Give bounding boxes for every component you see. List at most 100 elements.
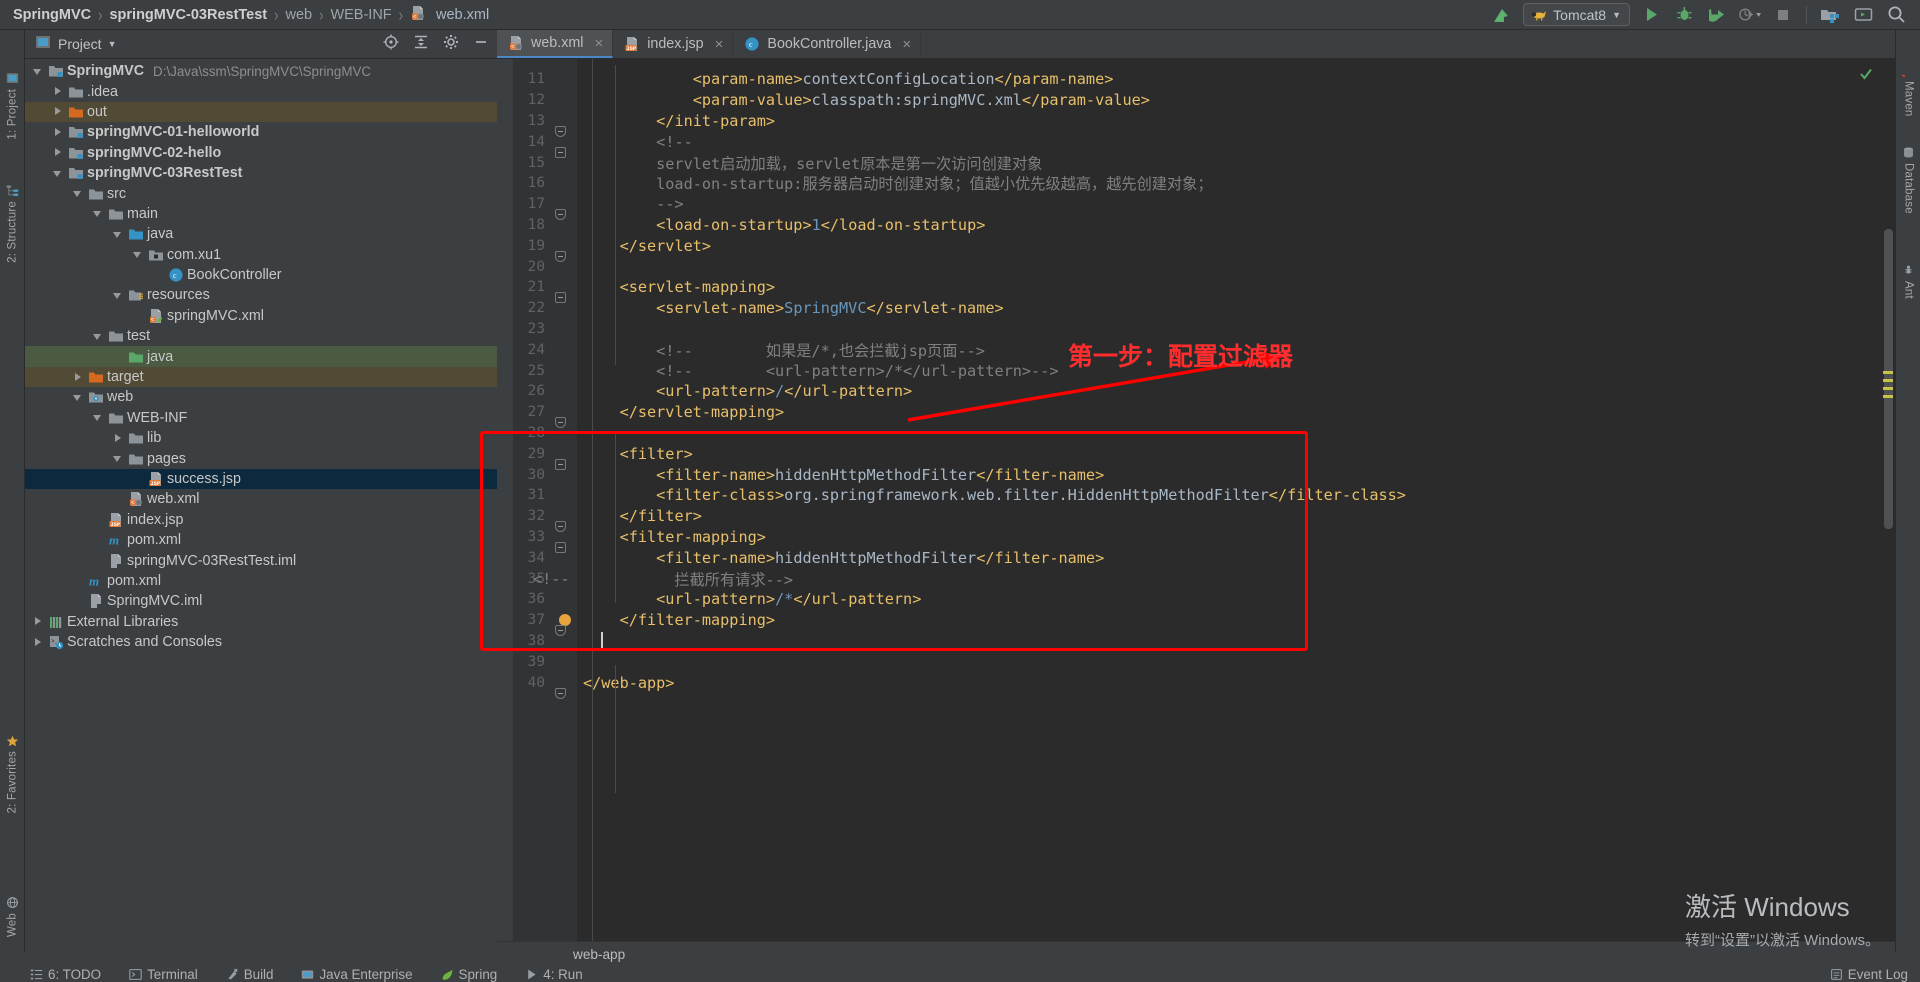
tree-node-external-libraries[interactable]: External Libraries xyxy=(25,612,497,632)
rail-tab-maven[interactable]: m Maven xyxy=(1896,60,1920,121)
tree-node-pages[interactable]: pages xyxy=(25,448,497,468)
chevron-down-icon[interactable] xyxy=(133,249,144,260)
tree-node-resources[interactable]: resources xyxy=(25,285,497,305)
chevron-right-icon[interactable] xyxy=(53,147,64,158)
chevron-down-icon[interactable]: ▼ xyxy=(108,39,117,49)
tree-node-main[interactable]: main xyxy=(25,204,497,224)
stop-button[interactable] xyxy=(1771,3,1795,27)
chevron-right-icon[interactable] xyxy=(53,86,64,97)
breadcrumb-item-springmvc[interactable]: SpringMVC xyxy=(13,7,91,23)
code-line-19[interactable]: 19 </servlet> xyxy=(497,235,1895,262)
chevron-right-icon[interactable] xyxy=(113,433,124,444)
tree-node-springmvc-03resttest-iml[interactable]: springMVC-03RestTest.iml xyxy=(25,550,497,570)
chevron-right-icon[interactable] xyxy=(73,372,84,383)
chevron-down-icon[interactable] xyxy=(53,168,64,179)
tree-node-web-xml[interactable]: < web.xml xyxy=(25,489,497,509)
chevron-down-icon[interactable] xyxy=(113,453,124,464)
tree-node-springmvc-03resttest[interactable]: springMVC-03RestTest xyxy=(25,163,497,183)
warning-marker[interactable] xyxy=(1883,379,1893,382)
tree-node-pom-xml[interactable]: m pom.xml xyxy=(25,571,497,591)
code-line-37[interactable]: 37 </filter-mapping> xyxy=(497,610,1895,637)
project-structure-button[interactable] xyxy=(1818,3,1842,27)
tree-node-src[interactable]: src xyxy=(25,183,497,203)
rail-tab-database[interactable]: Database xyxy=(1896,142,1920,218)
tree-node-scratches-and-consoles[interactable]: >_ Scratches and Consoles xyxy=(25,632,497,652)
editor-breadcrumb[interactable]: web-app xyxy=(497,941,1895,967)
code-line-13[interactable]: 13 </init-param> xyxy=(497,111,1895,137)
profile-button[interactable] xyxy=(1738,3,1762,27)
gear-icon[interactable] xyxy=(443,34,459,55)
warning-marker[interactable] xyxy=(1883,371,1893,374)
tree-node-web[interactable]: web xyxy=(25,387,497,407)
rail-tab-web[interactable]: Web xyxy=(0,892,25,941)
tree-node-springmvc-02-hello[interactable]: springMVC-02-hello xyxy=(25,143,497,163)
chevron-down-icon[interactable] xyxy=(73,188,84,199)
editor-tab-web-xml[interactable]: < web.xml × xyxy=(497,30,614,58)
fold-marker-end[interactable] xyxy=(555,687,566,699)
tree-node-springmvc-01-helloworld[interactable]: springMVC-01-helloworld xyxy=(25,122,497,142)
status-bar-item-4--run[interactable]: 4: Run xyxy=(525,967,583,982)
code-line-26[interactable]: 26 <url-pattern>/</url-pattern> xyxy=(497,381,1895,402)
tree-node-success-jsp[interactable]: JSP success.jsp xyxy=(25,468,497,490)
code-line-36[interactable]: 36 <url-pattern>/*</url-pattern> xyxy=(497,589,1895,610)
tree-node-springmvc-xml[interactable]: < springMVC.xml xyxy=(25,306,497,326)
close-icon[interactable]: × xyxy=(715,36,724,53)
code-line-31[interactable]: 31 <filter-class>org.springframework.web… xyxy=(497,485,1895,506)
chevron-down-icon[interactable] xyxy=(93,208,104,219)
inspection-status-icon[interactable] xyxy=(1859,67,1873,86)
chevron-down-icon[interactable] xyxy=(93,331,104,342)
rail-tab-ant[interactable]: Ant xyxy=(1896,260,1920,303)
code-editor[interactable]: 11 <param-name>contextConfigLocation</pa… xyxy=(497,59,1895,941)
code-line-12[interactable]: 12 <param-value>classpath:springMVC.xml<… xyxy=(497,90,1895,111)
chevron-down-icon[interactable] xyxy=(33,66,44,77)
run-configuration-selector[interactable]: Tomcat8 ▼ xyxy=(1523,3,1630,26)
warning-marker[interactable] xyxy=(1883,395,1893,398)
minimize-icon[interactable] xyxy=(473,34,489,55)
update-application-icon[interactable] xyxy=(1490,3,1514,27)
code-line-20[interactable]: 20 xyxy=(497,256,1895,277)
breadcrumb-item-web-xml[interactable]: < web.xml xyxy=(410,5,489,25)
code-line-29[interactable]: 29 <filter> xyxy=(497,443,1895,470)
chevron-right-icon[interactable] xyxy=(33,616,44,627)
breadcrumb-item-web-inf[interactable]: WEB-INF xyxy=(330,7,391,23)
rail-tab-2--favorites[interactable]: 2: Favorites xyxy=(0,730,25,817)
code-line-40[interactable]: 40 </web-app> xyxy=(497,672,1895,699)
tree-node-target[interactable]: target xyxy=(25,366,497,388)
tree-node-pom-xml[interactable]: m pom.xml xyxy=(25,530,497,550)
breadcrumb-item-web[interactable]: web xyxy=(285,7,312,23)
chevron-down-icon[interactable] xyxy=(113,290,124,301)
tree-node-index-jsp[interactable]: JSP index.jsp xyxy=(25,510,497,530)
status-bar-item-event-log[interactable]: Event Log xyxy=(1830,967,1908,982)
code-line-16[interactable]: 16 load-on-startup:服务器启动时创建对象；值越小优先级越高，越… xyxy=(497,173,1895,194)
tree-node-java[interactable]: java xyxy=(25,224,497,244)
editor-tab-bookcontroller-java[interactable]: c BookController.java × xyxy=(733,30,922,58)
code-line-38[interactable]: 38 xyxy=(497,631,1895,652)
breadcrumb-item-springmvc-03resttest[interactable]: springMVC-03RestTest xyxy=(109,7,267,23)
chevron-down-icon[interactable] xyxy=(113,229,124,240)
search-everywhere-button[interactable] xyxy=(1884,3,1908,27)
code-line-27[interactable]: 27 </servlet-mapping> xyxy=(497,402,1895,429)
code-line-15[interactable]: 15 servlet启动加载，servlet原本是第一次访问创建对象 xyxy=(497,152,1895,173)
code-line-39[interactable]: 39 xyxy=(497,651,1895,672)
code-line-28[interactable]: 28 xyxy=(497,423,1895,444)
chevron-right-icon[interactable] xyxy=(33,637,44,648)
close-icon[interactable]: × xyxy=(594,35,603,52)
code-line-14[interactable]: 14 <!-- xyxy=(497,131,1895,158)
rail-tab-1--project[interactable]: 1: Project xyxy=(0,68,25,144)
code-line-18[interactable]: 18 <load-on-startup>1</load-on-startup> xyxy=(497,215,1895,236)
warning-marker[interactable] xyxy=(1883,387,1893,390)
terminal-button[interactable] xyxy=(1851,3,1875,27)
collapse-all-button[interactable] xyxy=(413,34,429,55)
run-button[interactable] xyxy=(1639,3,1663,27)
project-tree[interactable]: SpringMVC D:\Java\ssm\SpringMVC\SpringMVC… xyxy=(25,59,497,952)
status-bar-item-6--todo[interactable]: 6: TODO xyxy=(30,967,101,982)
code-line-33[interactable]: 33 <filter-mapping> xyxy=(497,527,1895,553)
code-line-17[interactable]: 17 --> xyxy=(497,194,1895,221)
code-line-11[interactable]: 11 <param-name>contextConfigLocation</pa… xyxy=(497,69,1895,90)
editor-vertical-scrollbar[interactable] xyxy=(1881,59,1895,941)
status-bar-item-build[interactable]: Build xyxy=(226,967,273,982)
tree-node-springmvc-iml[interactable]: SpringMVC.iml xyxy=(25,591,497,611)
chevron-right-icon[interactable] xyxy=(53,106,64,117)
debug-button[interactable] xyxy=(1672,3,1696,27)
code-line-35[interactable]: 35 <!-- 拦截所有请求--> xyxy=(497,568,1895,589)
